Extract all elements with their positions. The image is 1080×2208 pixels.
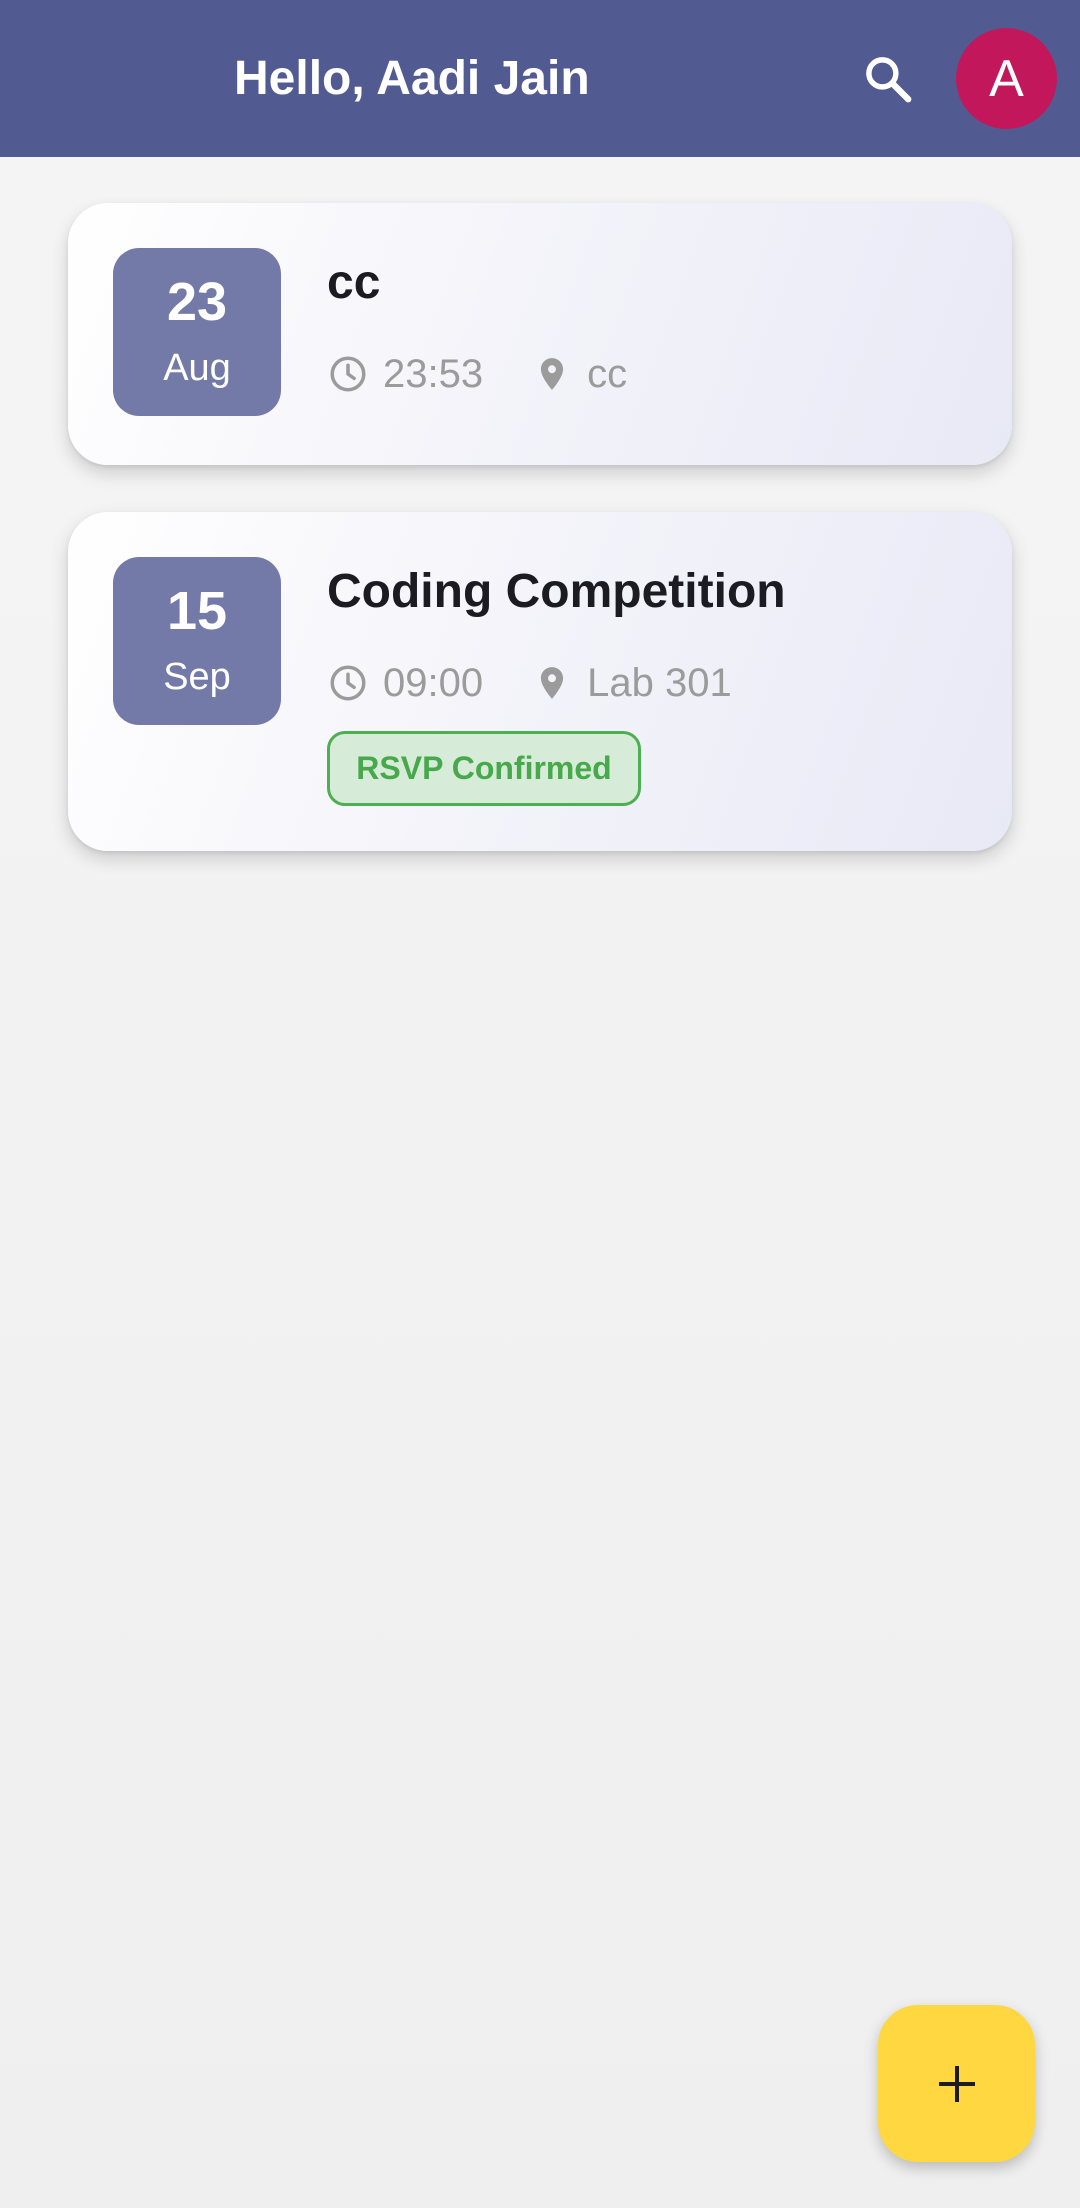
clock-icon (330, 665, 366, 701)
search-icon (866, 57, 912, 103)
event-time: 09:00 (327, 661, 483, 706)
event-meta: 09:00 Lab 301 (327, 655, 732, 711)
location-pin-icon (541, 667, 564, 699)
event-meta: 23:53 cc (327, 346, 627, 402)
event-location: cc (533, 352, 627, 397)
add-event-button[interactable] (878, 2005, 1035, 2162)
event-location-text: Lab 301 (587, 660, 732, 705)
event-month: Aug (163, 347, 231, 389)
event-date-box: 15 Sep (113, 557, 281, 725)
search-button[interactable] (852, 46, 924, 112)
rsvp-status-badge: RSVP Confirmed (327, 731, 641, 806)
event-card[interactable]: 23 Aug cc 23:53 cc (68, 203, 1012, 465)
event-location-text: cc (587, 351, 628, 396)
event-time: 23:53 (327, 352, 483, 397)
greeting-title: Hello, Aadi Jain (234, 52, 590, 105)
plus-icon (938, 2065, 975, 2102)
event-time-text: 09:00 (383, 660, 484, 705)
event-month: Sep (163, 656, 231, 698)
location-pin-icon (541, 358, 564, 390)
event-title: cc (327, 256, 381, 309)
event-date-box: 23 Aug (113, 248, 281, 416)
event-card[interactable]: 15 Sep Coding Competition 09:00 Lab 301 … (68, 512, 1012, 851)
event-location: Lab 301 (533, 661, 732, 706)
event-title: Coding Competition (327, 565, 786, 618)
event-day: 15 (166, 581, 228, 641)
app-bar: Hello, Aadi Jain A (0, 0, 1080, 157)
event-day: 23 (166, 272, 228, 332)
avatar[interactable]: A (956, 28, 1057, 129)
clock-icon (330, 356, 366, 392)
event-time-text: 23:53 (383, 351, 484, 396)
